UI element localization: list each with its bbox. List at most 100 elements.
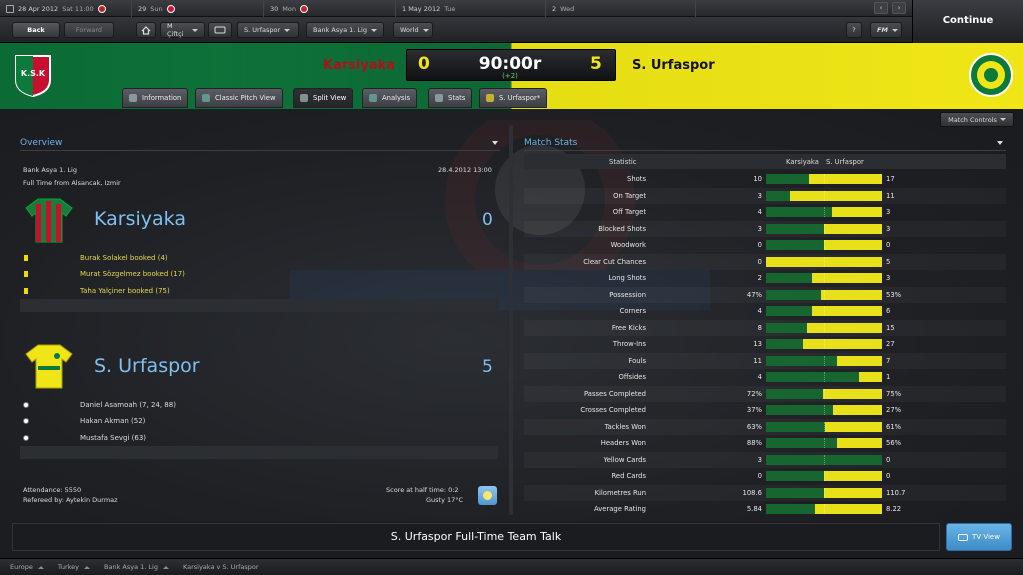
breadcrumb-item[interactable]: Bank Asya 1. Lig [104, 563, 169, 571]
stat-home-value: 108.6 [742, 488, 762, 497]
continue-button[interactable]: Continue [912, 0, 1023, 43]
stat-bar-away [790, 190, 882, 201]
panel-menu-icon[interactable] [997, 141, 1003, 145]
next-date-button[interactable]: › [892, 2, 906, 14]
tab-split-view[interactable]: Split View [293, 88, 354, 108]
away-team-title[interactable]: S. Urfaspor [94, 355, 200, 377]
date-cell[interactable]: 29 Sun [132, 0, 264, 17]
day-text: Mon [282, 4, 296, 13]
prev-date-button[interactable]: ‹ [874, 2, 888, 14]
tab-stats[interactable]: Stats [428, 88, 473, 108]
date-cell[interactable]: 28 Apr 2012 Sat 11:00 [0, 0, 132, 17]
event-row[interactable]: Burak Solakel booked (4) [20, 250, 498, 266]
event-row-empty [20, 446, 498, 459]
home-team-title[interactable]: Karsiyaka [94, 208, 186, 230]
stat-label: Long Shots [608, 274, 646, 282]
day-text: Wed [560, 4, 575, 13]
stat-away-value: 0 [886, 241, 891, 249]
stat-row: Clear Cut Chances 0 5 [524, 254, 1006, 271]
tab-analysis[interactable]: Analysis [362, 88, 418, 108]
date-cell[interactable]: 2 Wed [546, 0, 696, 17]
stat-home-value: 8 [757, 323, 762, 332]
chevron-up-icon [37, 565, 44, 569]
weather-icon [478, 486, 497, 505]
forward-button[interactable]: Forward [64, 22, 114, 38]
stat-row: Kilometres Run 108.6 110.7 [524, 485, 1006, 502]
date-text: 29 [138, 4, 147, 13]
day-text: Sun [150, 4, 163, 13]
stat-bar-midpoint [824, 355, 825, 366]
back-button[interactable]: Back [12, 22, 60, 38]
event-row[interactable]: Taha Yalçiner booked (75) [20, 283, 498, 299]
halftime-score: Score at half time: 0:2 [386, 486, 459, 494]
panel-menu-icon[interactable] [492, 141, 498, 145]
event-row[interactable]: Mustafa Sevgi (63) [20, 430, 498, 446]
stat-home-value: 4 [757, 373, 762, 381]
stat-label: Headers Won [600, 439, 646, 447]
stat-away-value: 27% [886, 406, 902, 414]
stat-home-value: 11 [753, 356, 762, 365]
stat-away-value: 3 [886, 224, 891, 233]
stat-label: Clear Cut Chances [583, 257, 646, 266]
tv-view-button[interactable]: TV View [946, 523, 1012, 551]
yellow-card-icon [24, 271, 28, 277]
event-text: Taha Yalçiner booked (75) [80, 287, 170, 295]
tab-classic-pitch-view[interactable]: Classic Pitch View [195, 88, 283, 108]
stat-bar-away [858, 372, 882, 382]
breadcrumb-item[interactable]: Karsiyaka v S. Urfaspor [183, 563, 259, 571]
inbox-button[interactable] [208, 22, 232, 38]
stat-away-value: 27 [886, 340, 895, 348]
stat-row: Headers Won 88% 56% [524, 435, 1006, 452]
stat-col-header: Statistic [609, 158, 637, 166]
event-row[interactable]: Murat Sözgelmez booked (17) [20, 266, 498, 282]
breadcrumb-item[interactable]: Europe [10, 563, 44, 571]
competition-label: Bank Asya 1. Lig [313, 26, 367, 34]
overview-date: 28.4.2012 13:00 [438, 166, 492, 174]
event-row[interactable]: Daniel Asamoah (7, 24, 88) [20, 397, 498, 413]
tab-label: Analysis [382, 94, 411, 102]
chevron-up-icon [84, 565, 91, 569]
day-text: Tue [444, 4, 456, 13]
event-text: Mustafa Sevgi (63) [80, 434, 147, 442]
fixture-crest-icon [166, 4, 175, 13]
stat-away-value: 0 [886, 472, 891, 480]
stats-icon [435, 94, 443, 102]
away-team-name[interactable]: S. Urfaspor [632, 58, 752, 73]
fm-menu[interactable]: FM [870, 22, 902, 38]
stat-home-value: 37% [746, 406, 762, 414]
match-controls-button[interactable]: Match Controls [940, 112, 1014, 127]
home-button[interactable] [136, 22, 156, 38]
event-row[interactable]: Hakan Akman (52) [20, 413, 498, 429]
referee[interactable]: Refereed by: Aytekin Durmaz [23, 496, 118, 504]
chevron-down-icon [999, 118, 1006, 121]
tab-information[interactable]: Information [122, 88, 189, 108]
divider [20, 150, 500, 151]
stat-label: Crosses Completed [580, 406, 646, 414]
event-text: Murat Sözgelmez booked (17) [80, 270, 185, 278]
date-cell[interactable]: 1 May 2012 Tue [396, 0, 546, 17]
breadcrumb-label: Europe [10, 563, 33, 571]
help-button[interactable]: ? [846, 22, 862, 38]
analysis-icon [369, 94, 377, 102]
home-team-name[interactable]: Karsiyaka [300, 58, 395, 73]
stat-home-value: 4 [757, 208, 762, 216]
stat-row: Yellow Cards 3 0 [524, 452, 1006, 469]
stat-label: Blocked Shots [598, 224, 646, 233]
club-menu[interactable]: S. Urfaspor [237, 22, 299, 38]
fm-label: FM [877, 26, 888, 34]
manager-menu[interactable]: M Çiftçi [160, 22, 205, 38]
stat-label: Average Rating [594, 505, 646, 513]
tab-team[interactable]: S. Urfaspor* [479, 88, 548, 108]
scrollbar[interactable] [509, 125, 513, 515]
home-team-score: 0 [482, 210, 493, 230]
team-talk-button[interactable]: S. Urfaspor Full-Time Team Talk [12, 523, 940, 551]
breadcrumb-item[interactable]: Turkey [58, 563, 91, 571]
competition-menu[interactable]: Bank Asya 1. Lig [306, 22, 384, 38]
world-menu[interactable]: World [393, 22, 433, 38]
stat-bar-midpoint [824, 421, 825, 432]
date-cell[interactable]: 30 Mon [264, 0, 396, 17]
stat-bar [766, 405, 882, 415]
stat-away-value: 0 [886, 455, 891, 464]
stat-away-value: 7 [886, 356, 891, 365]
fixture-crest-icon [300, 4, 308, 13]
